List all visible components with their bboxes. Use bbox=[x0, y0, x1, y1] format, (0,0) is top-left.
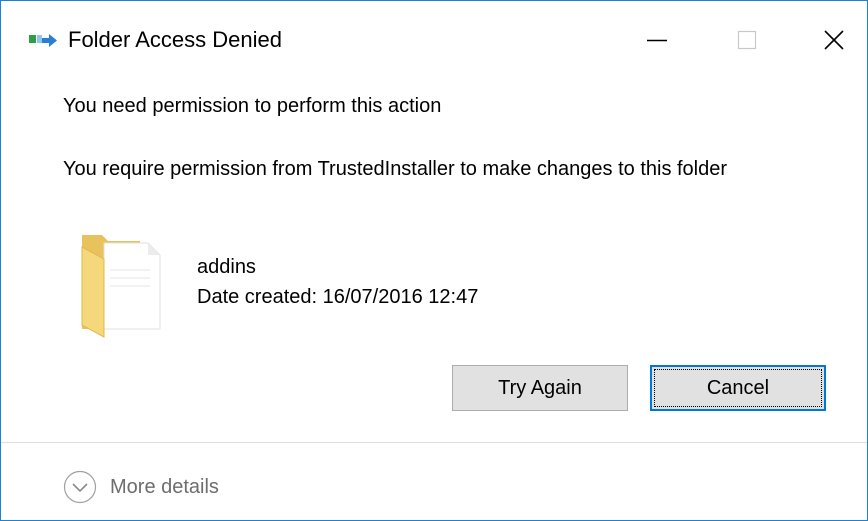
chevron-down-icon bbox=[63, 470, 97, 504]
minimize-button[interactable] bbox=[634, 1, 680, 79]
footer-divider bbox=[1, 442, 867, 443]
try-again-label: Try Again bbox=[498, 377, 582, 399]
cancel-label: Cancel bbox=[706, 377, 770, 399]
try-again-button[interactable]: Try Again bbox=[452, 365, 628, 411]
folder-move-icon bbox=[29, 34, 57, 47]
main-instruction: You need permission to perform this acti… bbox=[63, 95, 442, 117]
more-details-label: More details bbox=[110, 475, 219, 498]
folder-name: addins bbox=[197, 256, 256, 278]
date-created: Date created: 16/07/2016 12:47 bbox=[197, 286, 479, 308]
maximize-button bbox=[724, 1, 770, 79]
folder-icon bbox=[81, 235, 161, 338]
close-button[interactable] bbox=[811, 1, 857, 79]
maximize-icon bbox=[737, 30, 757, 50]
title-bar[interactable]: Folder Access Denied bbox=[1, 1, 867, 79]
permission-message: You require permission from TrustedInsta… bbox=[63, 158, 728, 180]
minimize-icon bbox=[647, 39, 667, 42]
close-icon bbox=[824, 30, 844, 50]
cancel-button[interactable]: Cancel bbox=[650, 365, 826, 411]
window-title: Folder Access Denied bbox=[68, 27, 282, 52]
folder-access-denied-dialog: Folder Access Denied You need permission… bbox=[0, 0, 868, 521]
more-details-toggle[interactable]: More details bbox=[63, 469, 219, 505]
